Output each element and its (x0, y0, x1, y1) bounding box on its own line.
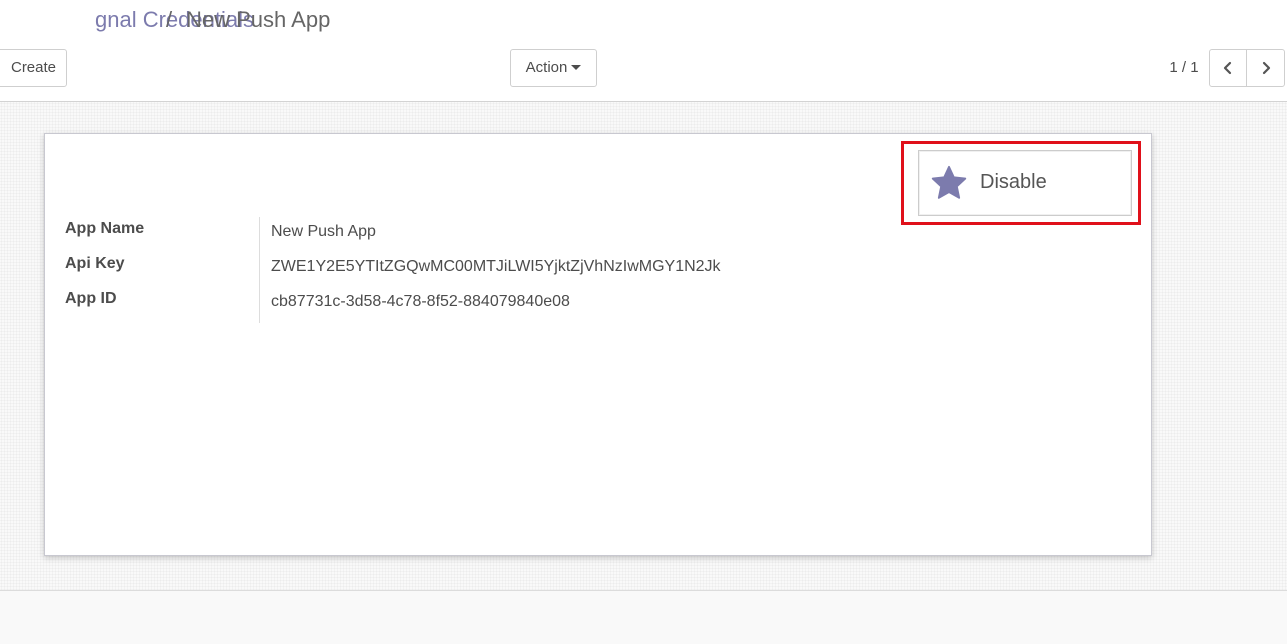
form-view-background: Disable App Name New Push App Api Key ZW… (0, 102, 1287, 591)
app-id-value: cb87731c-3d58-4c78-8f52-884079840e08 (271, 293, 570, 310)
action-dropdown-button[interactable]: Action (510, 49, 597, 87)
api-key-label: Api Key (65, 255, 125, 272)
app-name-label: App Name (65, 220, 145, 237)
pager-value: 1 / 1 (1169, 59, 1199, 76)
disable-button-label: Disable (980, 171, 1047, 193)
create-button-label: Create (10, 59, 57, 76)
action-button-label: Action (525, 59, 568, 76)
pager-next-button[interactable] (1246, 49, 1285, 87)
breadcrumb-separator: / (166, 7, 173, 32)
chevron-left-icon (1223, 61, 1232, 75)
app-id-label: App ID (65, 290, 117, 307)
caret-down-icon (571, 65, 582, 70)
disable-button[interactable]: Disable (918, 150, 1132, 216)
create-button[interactable]: Create (0, 49, 67, 87)
form-sheet: Disable App Name New Push App Api Key ZW… (44, 133, 1152, 556)
breadcrumb: gnal Credentials / New Push App (0, 6, 380, 34)
pager-previous-button[interactable] (1209, 49, 1247, 87)
star-icon (931, 165, 967, 199)
app-name-value: New Push App (271, 223, 376, 240)
field-group: App Name New Push App Api Key ZWE1Y2E5YT… (65, 217, 745, 323)
chevron-right-icon (1262, 61, 1270, 75)
label-divider (259, 217, 260, 323)
api-key-value: ZWE1Y2E5YTItZGQwMC00MTJiLWI5YjktZjVhNzIw… (271, 258, 721, 275)
breadcrumb-current: New Push App (186, 7, 331, 32)
bottom-area (0, 591, 1287, 644)
control-panel: gnal Credentials / New Push App Create A… (0, 0, 1287, 102)
